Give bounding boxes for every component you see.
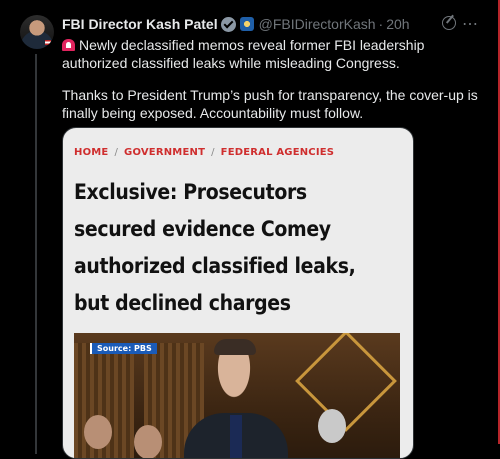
photo-source-badge: Source: PBS [90,343,157,354]
tweet-paragraph-2: Thanks to President Trump’s push for tra… [62,87,478,121]
breadcrumb-government[interactable]: GOVERNMENT [124,147,205,158]
timestamp[interactable]: 20h [386,16,409,32]
breadcrumb-separator: / [114,147,119,158]
thread-line [35,54,37,454]
breadcrumb-home[interactable]: HOME [74,147,108,158]
person-hair [214,339,256,355]
background-person [134,425,162,458]
tweet-text: Newly declassified memos reveal former F… [62,36,482,136]
tweet-header: FBI Director Kash Patel @FBIDirectorKash… [62,14,410,34]
flag-pin-icon [45,40,51,45]
grok-icon[interactable] [442,16,456,30]
handle[interactable]: @FBIDirectorKash [259,16,376,32]
tweet-paragraph-1: Newly declassified memos reveal former F… [62,36,482,72]
link-preview-card[interactable]: HOME / GOVERNMENT / FEDERAL AGENCIES Exclusi… [62,127,414,459]
avatar[interactable] [20,15,54,49]
siren-icon [62,39,75,51]
article-photo[interactable]: Source: PBS [74,333,400,458]
separator: · [378,16,384,32]
display-name[interactable]: FBI Director Kash Patel [62,16,218,32]
verified-badge-icon[interactable] [220,16,236,32]
breadcrumb-federal-agencies[interactable]: FEDERAL AGENCIES [221,147,335,158]
background-person [318,409,346,443]
fbi-seal-icon[interactable] [239,17,254,31]
breadcrumb: HOME / GOVERNMENT / FEDERAL AGENCIES [74,147,334,158]
tweet-line-1: Newly declassified memos reveal former F… [62,37,425,71]
more-options-icon[interactable]: ⋯ [462,14,479,34]
person-tie [230,415,242,458]
wall-ornament [295,333,397,432]
breadcrumb-separator: / [211,147,215,158]
article-headline[interactable]: Exclusive: Prosecutors secured evidence … [74,174,362,322]
